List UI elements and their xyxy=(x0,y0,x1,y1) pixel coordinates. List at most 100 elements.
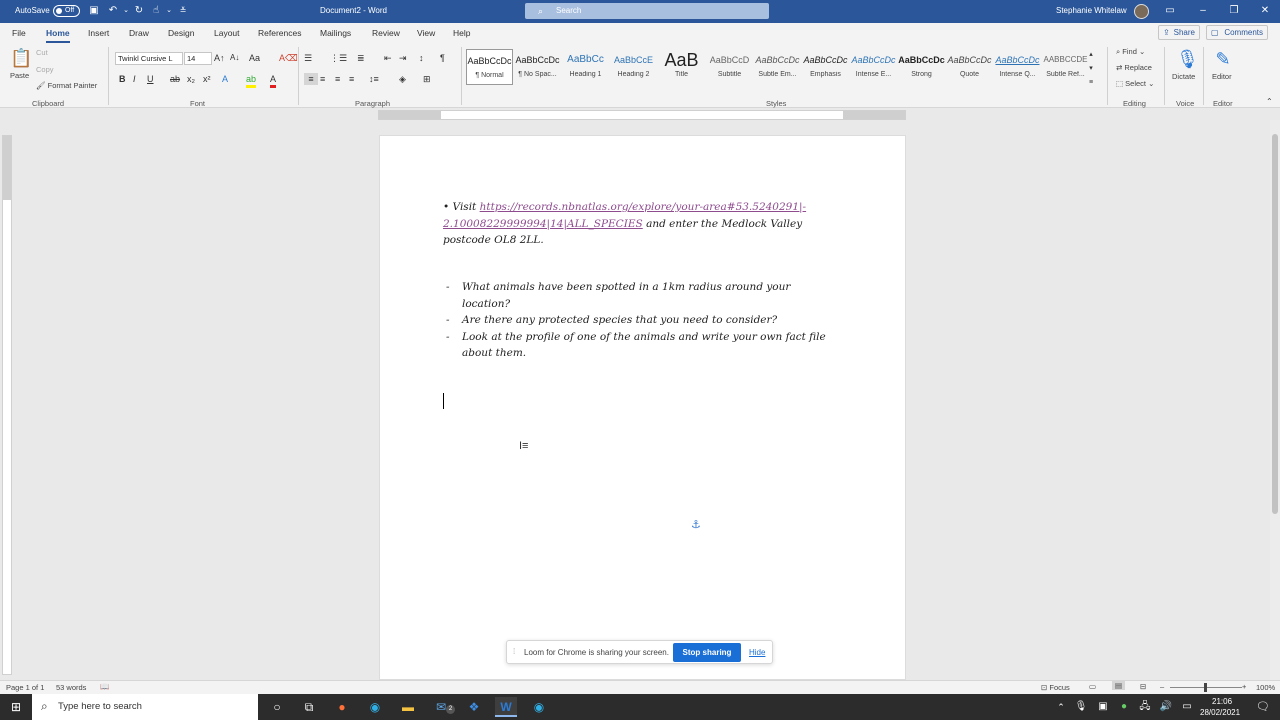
task-view-icon[interactable]: ⧉ xyxy=(298,697,320,717)
tray-chevron-icon[interactable]: ⌃ xyxy=(1050,697,1072,717)
cortana-icon[interactable]: ○ xyxy=(266,697,288,717)
font-color-icon[interactable]: A xyxy=(270,73,277,88)
clear-formatting-icon[interactable]: A⌫ xyxy=(279,52,298,64)
align-left-icon[interactable]: ≡ xyxy=(304,73,318,85)
bold-icon[interactable]: B xyxy=(119,73,126,85)
save-icon[interactable]: ▣ xyxy=(88,5,100,17)
style-item[interactable]: AaBbCcDc ¶ No Spac... xyxy=(514,49,561,85)
focus-button[interactable]: ⊡ Focus xyxy=(1041,683,1070,692)
tab-layout[interactable]: Layout xyxy=(214,28,240,38)
touch-dropdown-icon[interactable]: ⌄ xyxy=(163,5,175,17)
drag-handle-icon[interactable]: ⁞ xyxy=(513,647,515,656)
word-count[interactable]: 53 words xyxy=(56,683,86,692)
search-box[interactable]: ⌕ Search xyxy=(525,3,769,19)
redo-icon[interactable]: ↻ xyxy=(133,5,145,17)
tab-draw[interactable]: Draw xyxy=(129,28,149,38)
style-item[interactable]: AaBbCcDc Subtle Em... xyxy=(754,49,801,85)
firefox-icon[interactable]: ● xyxy=(331,697,353,717)
superscript-icon[interactable]: x² xyxy=(203,73,211,85)
copy-button[interactable]: Copy xyxy=(36,65,54,74)
scrollbar-thumb[interactable] xyxy=(1272,134,1278,514)
horizontal-ruler[interactable] xyxy=(378,110,906,120)
stop-sharing-button[interactable]: Stop sharing xyxy=(673,643,741,662)
tab-help[interactable]: Help xyxy=(453,28,470,38)
collapse-ribbon-icon[interactable]: ⌃ xyxy=(1266,96,1273,108)
minimize-icon[interactable]: – xyxy=(1197,5,1209,17)
nbn-atlas-link-cont[interactable]: 2.10008229999994|14|ALL_SPECIES xyxy=(443,218,643,230)
zoom-out-icon[interactable]: – xyxy=(1160,682,1164,691)
strikethrough-icon[interactable]: ab xyxy=(170,73,180,85)
tab-mailings[interactable]: Mailings xyxy=(320,28,351,38)
dictate-button[interactable]: Dictate xyxy=(1172,72,1195,81)
visit-paragraph[interactable]: • Visit https://records.nbnatlas.org/exp… xyxy=(443,199,853,249)
vertical-ruler[interactable] xyxy=(2,135,12,675)
close-icon[interactable]: ✕ xyxy=(1259,5,1271,17)
tab-design[interactable]: Design xyxy=(168,28,194,38)
print-layout-icon[interactable]: ▤ xyxy=(1112,681,1126,690)
zoom-level[interactable]: 100% xyxy=(1256,683,1275,692)
style-item[interactable]: AABBCCDE Subtle Ref... xyxy=(1042,49,1089,85)
list-item[interactable]: - Look at the profile of one of the anim… xyxy=(446,329,866,362)
styles-scroll-icon[interactable]: ▴ ▾ ≡ xyxy=(1089,48,1093,90)
style-item[interactable]: AaBbCcD Subtitle xyxy=(706,49,753,85)
tab-insert[interactable]: Insert xyxy=(88,28,109,38)
undo-icon[interactable]: ↶ xyxy=(107,5,119,17)
battery-icon[interactable]: ▭ xyxy=(1176,697,1198,717)
style-item[interactable]: AaB Title xyxy=(658,49,705,85)
style-item[interactable]: AaBbCcDc Emphasis xyxy=(802,49,849,85)
shrink-font-icon[interactable]: A↓ xyxy=(230,52,239,64)
list-item[interactable]: - What animals have been spotted in a 1k… xyxy=(446,279,866,312)
paste-button[interactable]: Paste xyxy=(10,71,29,80)
page-count[interactable]: Page 1 of 1 xyxy=(6,683,44,692)
select-button[interactable]: ⬚ Select ⌄ xyxy=(1116,79,1154,88)
align-right-icon[interactable]: ≡ xyxy=(335,73,340,85)
tab-file[interactable]: File xyxy=(12,28,26,38)
zoom-in-icon[interactable]: + xyxy=(1242,682,1246,691)
share-button[interactable]: ⇪ Share xyxy=(1158,25,1200,40)
underline-icon[interactable]: U xyxy=(147,73,154,85)
web-layout-icon[interactable]: ⊟ xyxy=(1140,682,1146,691)
font-name-combo[interactable]: Twinkl Cursive L xyxy=(115,52,183,65)
tab-references[interactable]: References xyxy=(258,28,301,38)
style-item[interactable]: AaBbCcDc Quote xyxy=(946,49,993,85)
increase-indent-icon[interactable]: ⇥ xyxy=(399,52,407,64)
style-item[interactable]: AaBbCcDc Intense E... xyxy=(850,49,897,85)
style-item[interactable]: AaBbCcE Heading 2 xyxy=(610,49,657,85)
customize-qat-icon[interactable]: ≚ xyxy=(177,5,189,17)
edge-icon[interactable]: ◉ xyxy=(364,697,386,717)
tray-green-icon[interactable]: ● xyxy=(1113,697,1135,717)
justify-icon[interactable]: ≡ xyxy=(349,73,354,85)
find-button[interactable]: ⌕ Find ⌄ xyxy=(1116,47,1145,57)
font-size-combo[interactable]: 14 xyxy=(184,52,212,65)
touch-mode-icon[interactable]: ☝ xyxy=(150,5,162,17)
replace-button[interactable]: ⇄ Replace xyxy=(1116,63,1152,72)
file-explorer-icon[interactable]: ▬ xyxy=(397,697,419,717)
shading-icon[interactable]: ◈ xyxy=(399,73,406,85)
align-center-icon[interactable]: ≡ xyxy=(320,73,325,85)
document-page[interactable]: • Visit https://records.nbnatlas.org/exp… xyxy=(379,135,906,680)
multilevel-list-icon[interactable]: ≣ xyxy=(357,52,365,64)
nbn-atlas-link[interactable]: https://records.nbnatlas.org/explore/you… xyxy=(480,201,806,213)
highlight-icon[interactable]: ab xyxy=(246,73,257,88)
read-mode-icon[interactable]: ▭ xyxy=(1089,682,1096,691)
change-case-icon[interactable]: Aa xyxy=(249,52,260,64)
volume-icon[interactable]: 🔊 xyxy=(1155,697,1177,717)
restore-icon[interactable]: ❐ xyxy=(1228,5,1240,17)
dropbox-icon[interactable]: ❖ xyxy=(463,697,485,717)
subscript-icon[interactable]: x₂ xyxy=(187,73,195,85)
clock-date[interactable]: 28/02/2021 xyxy=(1200,708,1240,717)
tab-review[interactable]: Review xyxy=(372,28,400,38)
taskbar-search-box[interactable]: ⌕ Type here to search xyxy=(32,694,258,720)
windows-start-icon[interactable]: ⊞ xyxy=(5,697,27,717)
style-item[interactable]: AaBbCcDc Intense Q... xyxy=(994,49,1041,85)
style-item[interactable]: AaBbCcDc ¶ Normal xyxy=(466,49,513,85)
undo-dropdown-icon[interactable]: ⌄ xyxy=(120,5,132,17)
word-app-icon[interactable]: W xyxy=(495,697,517,717)
microphone-tray-icon[interactable]: 🎙 xyxy=(1070,697,1092,717)
line-spacing-icon[interactable]: ↕≡ xyxy=(369,73,379,85)
edge-icon-2[interactable]: ◉ xyxy=(528,697,550,717)
format-painter-button[interactable]: 🖌 Format Painter xyxy=(36,81,97,90)
style-item[interactable]: AaBbCcDc Strong xyxy=(898,49,945,85)
zoom-slider-thumb[interactable] xyxy=(1204,683,1207,692)
vertical-scrollbar[interactable] xyxy=(1270,120,1280,680)
